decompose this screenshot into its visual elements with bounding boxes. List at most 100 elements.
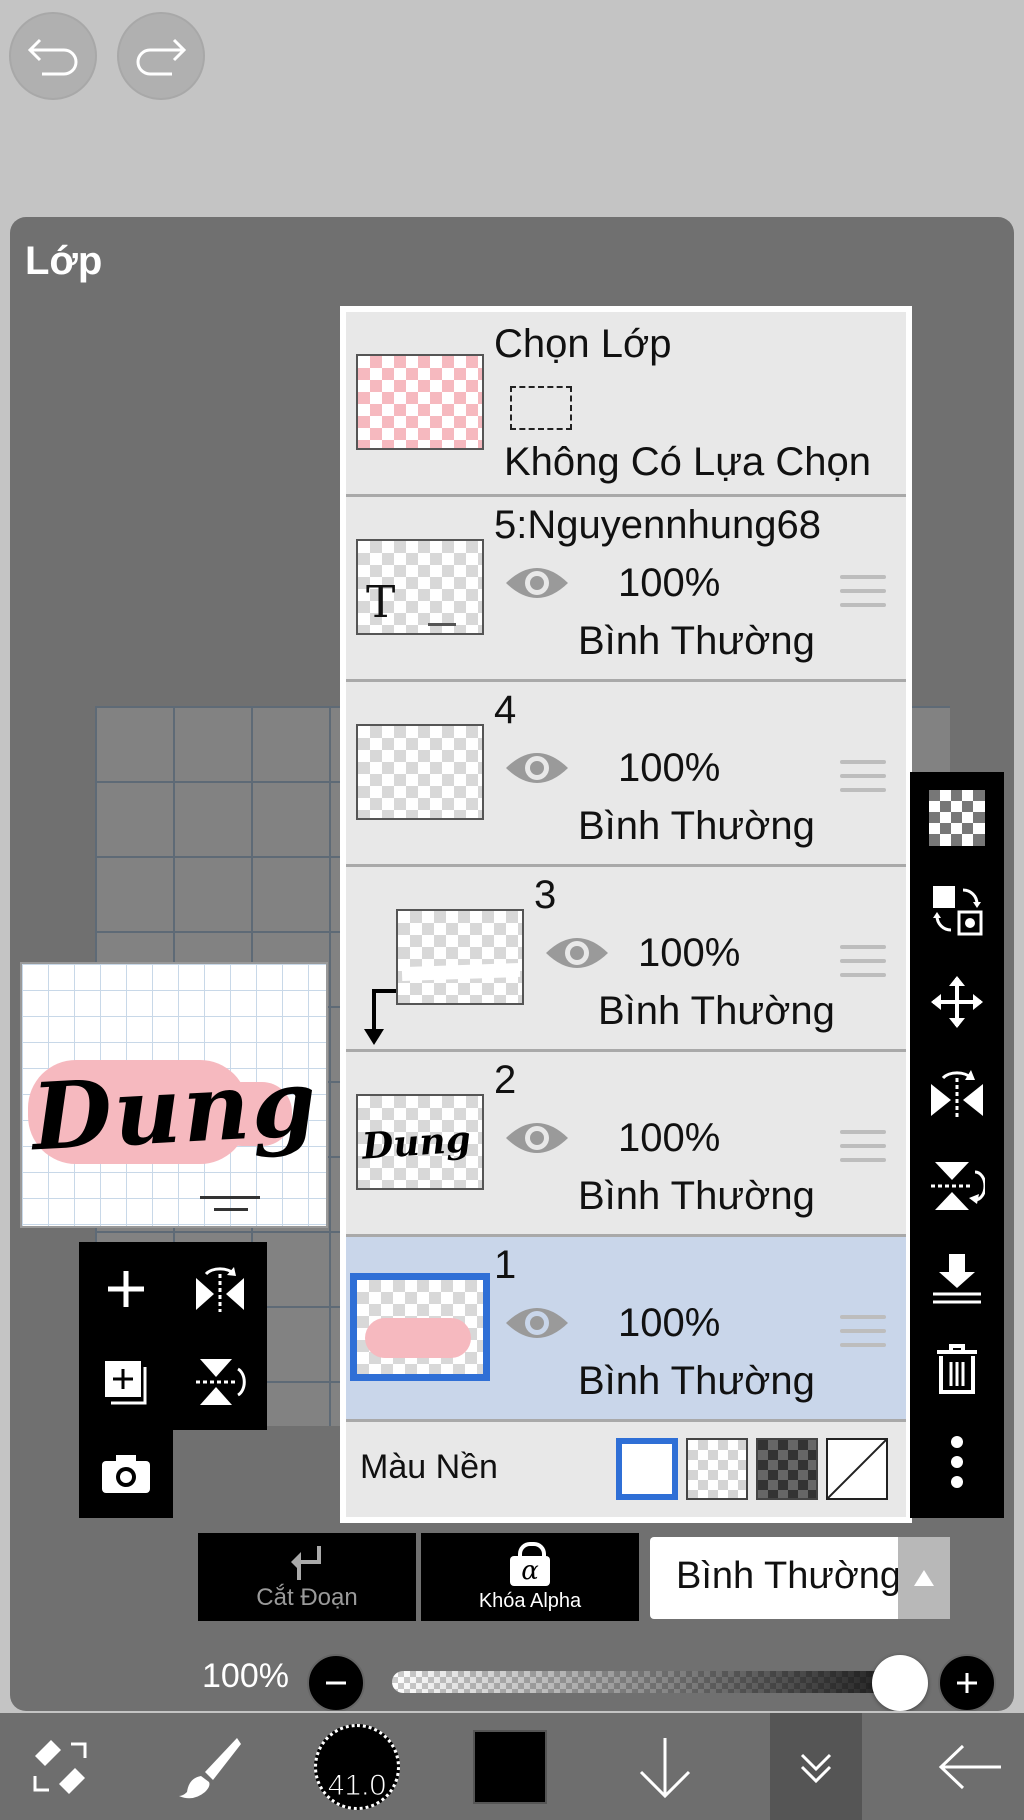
layer-blend-mode: Bình Thường [578,804,815,848]
drag-handle-icon[interactable] [840,1130,886,1166]
layer-opacity: 100% [638,931,741,975]
bg-white-swatch[interactable] [616,1438,678,1500]
layer-panel: Lớp Dung Chọn Lớp Không Có Lựa Chọn T 5:… [10,217,1014,1711]
layer-panel-toggle-button[interactable] [770,1713,862,1820]
selection-layer-row[interactable]: Chọn Lớp Không Có Lựa Chọn [346,312,906,497]
drag-handle-icon[interactable] [840,1315,886,1351]
bottom-toolbar: 41.0 [0,1713,1024,1820]
flip-vertical-icon [931,1162,985,1210]
merge-down-button[interactable] [927,1248,987,1308]
selection-marquee-icon [510,386,572,430]
flip-vertical-button[interactable] [180,1342,260,1422]
lock-icon: α [510,1541,550,1586]
preview-caption-line [200,1196,260,1199]
visibility-eye-icon[interactable] [504,1301,570,1345]
alpha-lock-button[interactable]: α Khóa Alpha [421,1533,639,1621]
preview-caption-line [214,1208,248,1211]
import-photo-button[interactable] [86,1434,166,1514]
more-vertical-icon [951,1436,963,1488]
layer-opacity: 100% [618,746,721,790]
arrow-down-icon [639,1737,691,1798]
transparency-button[interactable] [927,788,987,848]
layer-name: 4 [494,688,517,732]
drag-handle-icon[interactable] [840,760,886,796]
layer-row[interactable]: T 5:Nguyennhung68 100% Bình Thường [346,497,906,682]
selection-title: Chọn Lớp [494,322,672,366]
undo-button[interactable] [9,12,97,100]
opacity-slider[interactable] [392,1671,912,1693]
thumb-caption-line [428,623,456,626]
layer-list: Chọn Lớp Không Có Lựa Chọn T 5:Nguyennhu… [340,306,912,1523]
preview-lettering: Dung [29,1048,321,1172]
layer-row-selected[interactable]: 1 100% Bình Thường [346,1237,906,1422]
flip-horizontal-button[interactable] [180,1249,260,1329]
move-layer-down-button[interactable] [620,1713,710,1820]
checker-icon [929,790,985,846]
none-slash-icon [828,1440,886,1498]
alpha-lock-label: Khóa Alpha [478,1589,582,1612]
layer-row[interactable]: 3 100% Bình Thường [346,867,906,1052]
add-layer-button[interactable] [86,1249,166,1329]
flip-horizontal-icon [196,1267,244,1312]
thumb-lettering: Dung [360,1118,473,1168]
duplicate-layer-button[interactable] [86,1342,166,1422]
opacity-increase-button[interactable] [938,1654,996,1711]
thumb-white-stroke [401,962,521,982]
layer-blend-mode: Bình Thường [578,1174,815,1218]
back-button[interactable] [920,1713,1020,1820]
bg-light-checker-swatch[interactable] [686,1438,748,1500]
redo-icon [136,38,187,76]
transform-tool-button[interactable] [10,1713,110,1820]
layer-row[interactable]: Dung 2 100% Bình Thường [346,1052,906,1237]
more-options-button[interactable] [927,1432,987,1492]
move-button[interactable] [927,972,987,1032]
delete-layer-button[interactable] [927,1340,987,1400]
background-label: Màu Nền [360,1448,498,1486]
merge-down-icon [933,1254,981,1304]
layer-row[interactable]: 4 100% Bình Thường [346,682,906,867]
visibility-eye-icon[interactable] [504,561,570,605]
drag-handle-icon[interactable] [840,575,886,611]
transform-eraser-icon [33,1739,87,1794]
flip-horizontal-tool[interactable] [927,1064,987,1124]
redo-button[interactable] [117,12,205,100]
visibility-eye-icon[interactable] [504,1116,570,1160]
color-button[interactable] [470,1713,550,1820]
layer-thumbnail [356,724,484,820]
layer-opacity: 100% [618,1301,721,1345]
bg-none-swatch[interactable] [826,1438,888,1500]
layer-blend-mode: Bình Thường [598,989,835,1033]
arrow-left-icon [938,1744,1001,1789]
plus-icon [108,1271,144,1307]
layer-blend-mode: Bình Thường [578,619,815,663]
chevron-double-down-icon [800,1753,832,1783]
visibility-eye-icon[interactable] [544,931,610,975]
blend-mode-select[interactable]: Bình Thường [650,1537,950,1619]
blend-mode-value: Bình Thường [676,1555,902,1597]
brush-size-button[interactable]: 41.0 [310,1713,404,1820]
undo-icon [27,38,78,76]
layer-name: 3 [534,873,557,917]
bg-dark-checker-swatch[interactable] [756,1438,818,1500]
swap-layer-button[interactable] [927,880,987,940]
selection-status: Không Có Lựa Chọn [504,440,872,484]
flip-horizontal-icon [931,1070,983,1120]
layer-thumbnail: Dung [356,1094,484,1190]
visibility-eye-icon[interactable] [504,746,570,790]
plus-icon [957,1673,977,1693]
layer-blend-mode: Bình Thường [578,1359,815,1403]
brush-tool-button[interactable] [160,1713,260,1820]
clipping-icon [291,1546,321,1580]
drag-handle-icon[interactable] [840,945,886,981]
opacity-slider-knob[interactable] [872,1655,928,1711]
canvas-preview[interactable]: Dung [20,962,328,1228]
opacity-decrease-button[interactable] [307,1654,365,1711]
clipping-button[interactable]: Cắt Đoạn [198,1533,416,1621]
layer-thumbnail [396,909,524,1005]
selection-thumbnail [356,354,484,450]
flip-vertical-tool[interactable] [927,1156,987,1216]
brush-icon [179,1737,241,1798]
duplicate-icon [105,1361,147,1405]
alpha-symbol: α [510,1555,550,1586]
layer-thumbnail: T [356,539,484,635]
